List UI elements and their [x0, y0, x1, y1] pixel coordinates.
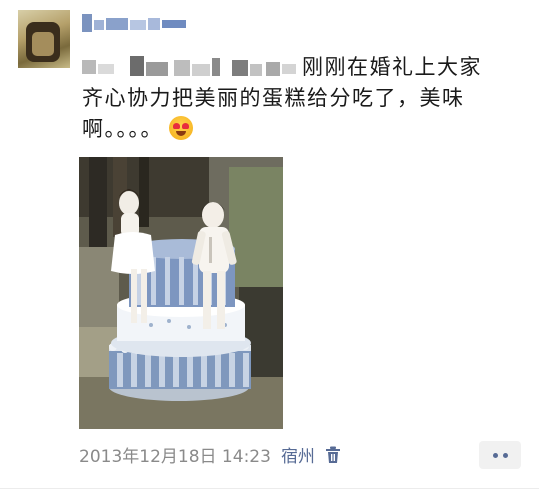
post-timestamp: 2013年12月18日 14:23 — [79, 447, 271, 467]
heart-eyes-emoji-icon — [169, 116, 193, 140]
more-button[interactable] — [479, 441, 521, 469]
post-text-line-3-text: 啊。。。。 — [82, 117, 163, 141]
post-text: 刚刚在婚礼上大家 齐心协力把美丽的蛋糕给分吃了，美味 啊。。。。 — [82, 52, 522, 145]
post-photo[interactable] — [79, 157, 283, 429]
post-location[interactable]: 宿州 — [281, 442, 315, 467]
post-text-line-3: 啊。。。。 — [82, 114, 522, 145]
post-meta: 2013年12月18日 14:23 宿州 — [79, 442, 341, 467]
trash-icon[interactable] — [325, 446, 341, 464]
post-divider — [0, 488, 539, 489]
more-dots-icon-2 — [502, 452, 508, 458]
cake-photo-image — [79, 157, 283, 429]
username-mosaic[interactable] — [82, 12, 192, 34]
post-text-line-1: 刚刚在婚礼上大家 — [302, 55, 482, 79]
avatar-cheek — [32, 32, 54, 56]
post-text-line-2: 齐心协力把美丽的蛋糕给分吃了，美味 — [82, 86, 465, 110]
avatar[interactable] — [18, 10, 70, 68]
more-dots-icon — [492, 452, 498, 458]
moments-post: 刚刚在婚礼上大家 齐心协力把美丽的蛋糕给分吃了，美味 啊。。。。 2013年12… — [0, 0, 539, 491]
